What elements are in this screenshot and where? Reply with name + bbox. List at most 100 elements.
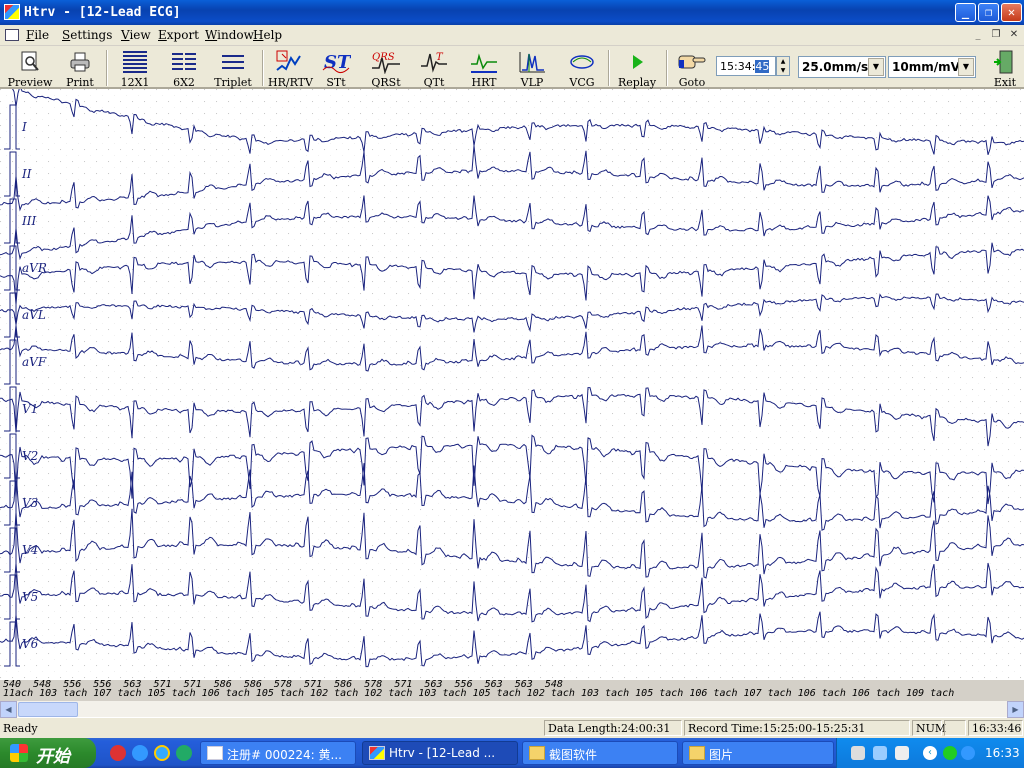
task-screenshot-folder[interactable]: 截图软件 bbox=[522, 741, 678, 765]
menu-file[interactable]: File bbox=[26, 28, 49, 42]
quicklaunch-icon[interactable] bbox=[110, 745, 126, 761]
minimize-button[interactable]: _ bbox=[955, 3, 976, 22]
scroll-thumb[interactable] bbox=[18, 702, 78, 717]
task-screenshot-label: 截图软件 bbox=[549, 748, 598, 762]
num-lock-indicator: NUM bbox=[912, 720, 946, 736]
replay-button[interactable]: Replay bbox=[614, 50, 660, 90]
task-htrv[interactable]: Htrv - [12-Lead ... bbox=[362, 741, 518, 765]
svg-text:T: T bbox=[436, 52, 444, 63]
task-htrv-label: Htrv - [12-Lead ... bbox=[389, 746, 496, 760]
mdi-close-button[interactable]: ✕ bbox=[1006, 28, 1022, 42]
play-icon bbox=[633, 55, 643, 69]
menu-bar: File Settings View Export Window Help _ … bbox=[0, 25, 1024, 46]
time-input[interactable]: 15:34:45 bbox=[716, 56, 776, 76]
vlp-button[interactable]: VLP bbox=[512, 50, 552, 90]
triplet-icon bbox=[222, 55, 244, 69]
mdi-minimize-button[interactable]: _ bbox=[970, 28, 986, 42]
pen-icon[interactable] bbox=[873, 746, 887, 760]
scroll-right-button[interactable]: ▶ bbox=[1007, 701, 1024, 718]
lead-label-avl: aVL bbox=[22, 308, 46, 322]
vcg-icon bbox=[570, 55, 594, 69]
beat-annotation-strip: 540 548 556 556 563 571 571 586 586 578 … bbox=[0, 680, 1024, 700]
heart-rate-row: 11ach 103 tach 107 tach 105 tach 106 tac… bbox=[3, 688, 955, 699]
qt-icon: T bbox=[421, 52, 447, 73]
goto-hand-icon bbox=[678, 55, 706, 69]
ecg-grid bbox=[0, 89, 1024, 680]
quicklaunch-icon[interactable] bbox=[132, 745, 148, 761]
quicklaunch-icon[interactable] bbox=[176, 745, 192, 761]
qrst-label: QRSt bbox=[371, 76, 401, 89]
st-label: STt bbox=[326, 76, 346, 89]
preview-label: Preview bbox=[7, 76, 53, 89]
layout-12x1-icon bbox=[123, 51, 147, 73]
toolbar-separator bbox=[666, 50, 668, 86]
qrst-button[interactable]: QRS QRSt bbox=[366, 50, 406, 90]
goto-button[interactable]: Goto bbox=[672, 50, 712, 90]
mdi-restore-button[interactable]: ❐ bbox=[988, 28, 1004, 42]
task-pictures-folder[interactable]: 图片 bbox=[682, 741, 834, 765]
st-button[interactable]: ST STt bbox=[318, 50, 354, 90]
time-seconds-selected: 45 bbox=[755, 60, 770, 73]
menu-view[interactable]: View bbox=[121, 28, 151, 42]
qt-button[interactable]: T QTt bbox=[416, 50, 452, 90]
task-register[interactable]: 注册# 000224: 黄... bbox=[200, 741, 356, 765]
layout-12x1-button[interactable]: 12X1 bbox=[116, 50, 154, 90]
vcg-label: VCG bbox=[569, 76, 595, 89]
st-icon: ST bbox=[322, 52, 351, 74]
menu-export[interactable]: Export bbox=[158, 28, 199, 42]
print-button[interactable]: Print bbox=[60, 50, 100, 90]
document-icon[interactable] bbox=[5, 29, 19, 41]
qt-label: QTt bbox=[423, 76, 445, 89]
time-spinner[interactable]: ▲ ▼ bbox=[776, 56, 790, 76]
network-icon[interactable] bbox=[895, 746, 909, 760]
exit-button[interactable]: Exit bbox=[988, 50, 1022, 90]
triplet-button[interactable]: Triplet bbox=[208, 50, 258, 90]
goto-label: Goto bbox=[678, 76, 706, 89]
triplet-label: Triplet bbox=[214, 76, 252, 89]
qrst-icon: QRS bbox=[372, 52, 400, 74]
hrt-button[interactable]: HRT bbox=[464, 50, 504, 90]
print-label: Print bbox=[66, 76, 94, 89]
start-button[interactable]: 开始 bbox=[0, 738, 96, 768]
chevron-down-icon[interactable]: ▼ bbox=[958, 58, 974, 76]
toolbar-separator bbox=[106, 50, 108, 86]
replay-label: Replay bbox=[617, 76, 657, 89]
lead-label-v3: V3 bbox=[22, 496, 39, 510]
speed-select[interactable]: 25.0mm/s ▼ bbox=[798, 56, 886, 78]
ecg-canvas[interactable]: IIIIIIaVRaVLaVFV1V2V3V4V5V6 bbox=[0, 89, 1024, 680]
status-clock: 16:33:46 bbox=[968, 720, 1023, 736]
hr-rtv-icon bbox=[276, 50, 301, 71]
menu-help[interactable]: Help bbox=[253, 28, 282, 42]
menu-settings[interactable]: Settings bbox=[62, 28, 112, 42]
gain-select[interactable]: 10mm/mV ▼ bbox=[888, 56, 976, 78]
tray-app-icon[interactable] bbox=[943, 746, 957, 760]
ie-icon[interactable] bbox=[154, 745, 170, 761]
lead-label-v6: V6 bbox=[22, 637, 39, 651]
hr-rtv-button[interactable]: HR/RTV bbox=[268, 50, 313, 90]
task-pictures-label: 图片 bbox=[709, 748, 734, 762]
lead-label-ii: II bbox=[21, 167, 32, 181]
app-icon[interactable] bbox=[4, 4, 20, 20]
scroll-left-button[interactable]: ◀ bbox=[0, 701, 17, 718]
system-tray: ‹ 16:33 bbox=[836, 738, 1024, 768]
lead-label-v2: V2 bbox=[22, 449, 38, 463]
hrt-icon bbox=[471, 53, 497, 73]
tray-expand-icon[interactable]: ‹ bbox=[923, 746, 937, 760]
restore-button[interactable]: ❐ bbox=[978, 3, 999, 22]
tray-app-icon[interactable] bbox=[961, 746, 975, 760]
htrv-app-icon bbox=[369, 746, 385, 760]
close-button[interactable]: ✕ bbox=[1001, 3, 1022, 22]
preview-button[interactable]: Preview bbox=[4, 50, 56, 90]
vcg-button[interactable]: VCG bbox=[562, 50, 602, 90]
gain-value: 10mm/mV bbox=[892, 60, 960, 74]
layout-6x2-icon bbox=[172, 53, 196, 70]
layout-6x2-button[interactable]: 6X2 bbox=[166, 50, 202, 90]
lead-label-v4: V4 bbox=[22, 543, 38, 557]
keyboard-icon[interactable] bbox=[851, 746, 865, 760]
tray-clock: 16:33 bbox=[985, 746, 1020, 760]
horizontal-scrollbar[interactable]: ◀ ▶ bbox=[0, 700, 1024, 718]
task-register-label: 注册# 000224: 黄... bbox=[227, 748, 342, 762]
chevron-down-icon[interactable]: ▼ bbox=[868, 58, 884, 76]
toolbar-separator bbox=[608, 50, 610, 86]
menu-window[interactable]: Window bbox=[205, 28, 254, 42]
